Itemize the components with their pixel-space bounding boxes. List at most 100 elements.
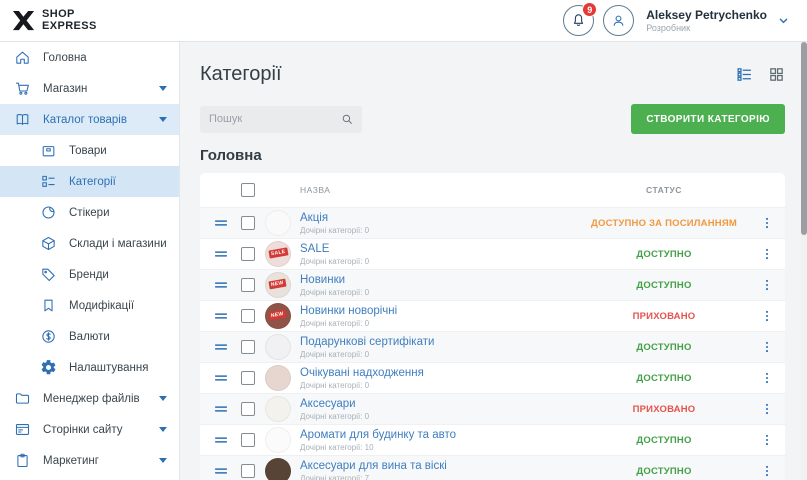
- sidebar-subitem-brands[interactable]: Бренди: [0, 259, 179, 290]
- category-image: [265, 334, 291, 360]
- status-badge: ПРИХОВАНО: [579, 404, 749, 415]
- category-image-tag: SALE: [268, 247, 288, 258]
- category-name-link[interactable]: Аромати для будинку та авто: [300, 429, 579, 441]
- row-actions-kebab-icon[interactable]: [758, 338, 776, 356]
- sidebar: Головна Магазин Каталог товарівТовари Катег…: [0, 42, 180, 480]
- category-name-link[interactable]: Новинки: [300, 274, 579, 286]
- row-actions-kebab-icon[interactable]: [758, 245, 776, 263]
- sidebar-item-label: Менеджер файлів: [43, 393, 147, 405]
- chevron-down-icon[interactable]: [776, 13, 791, 28]
- drag-handle-icon[interactable]: [213, 463, 231, 479]
- avatar[interactable]: [603, 5, 634, 36]
- category-name-link[interactable]: Аксесуари: [300, 398, 579, 410]
- sidebar-subitem-modifications[interactable]: Модифікації: [0, 290, 179, 321]
- sidebar-item-marketing[interactable]: Маркетинг: [0, 445, 179, 476]
- child-categories-count: Дочірні категорії: 7: [300, 474, 579, 480]
- sidebar-item-pages[interactable]: Сторінки сайту: [0, 414, 179, 445]
- drag-handle-icon[interactable]: [213, 215, 231, 231]
- sidebar-subitem-settings[interactable]: Налаштування: [0, 352, 179, 383]
- table-header: НАЗВА СТАТУС: [200, 173, 785, 207]
- drag-handle-icon[interactable]: [213, 246, 231, 262]
- child-categories-count: Дочірні категорії: 0: [300, 319, 579, 328]
- list-view-icon[interactable]: [736, 66, 753, 83]
- drag-handle-icon[interactable]: [213, 401, 231, 417]
- expand-arrow-icon: [159, 427, 167, 432]
- sidebar-item-label: Категорії: [69, 176, 167, 188]
- row-checkbox[interactable]: [241, 433, 255, 447]
- expand-arrow-icon: [159, 86, 167, 91]
- row-actions-kebab-icon[interactable]: [758, 462, 776, 480]
- category-name-link[interactable]: Новинки новорічні: [300, 305, 579, 317]
- brand-logo: SHOP EXPRESS: [0, 7, 180, 34]
- brand-name: SHOP EXPRESS: [42, 9, 97, 32]
- sidebar-subitem-products[interactable]: Товари: [0, 135, 179, 166]
- sidebar-subitem-currencies[interactable]: Валюти: [0, 321, 179, 352]
- user-name: Aleksey Petrychenko: [646, 8, 767, 22]
- sidebar-item-files[interactable]: Менеджер файлів: [0, 383, 179, 414]
- row-actions-kebab-icon[interactable]: [758, 214, 776, 232]
- row-checkbox[interactable]: [241, 216, 255, 230]
- drag-handle-icon[interactable]: [213, 339, 231, 355]
- notifications-button[interactable]: 9: [563, 5, 594, 36]
- child-categories-count: Дочірні категорії: 10: [300, 443, 579, 452]
- sidebar-item-catalog[interactable]: Каталог товарів: [0, 104, 179, 135]
- category-name-link[interactable]: SALE: [300, 243, 579, 255]
- child-categories-count: Дочірні категорії: 0: [300, 226, 579, 235]
- status-badge: ДОСТУПНО: [579, 373, 749, 384]
- row-checkbox[interactable]: [241, 402, 255, 416]
- child-categories-count: Дочірні категорії: 0: [300, 288, 579, 297]
- table-row: NEW Новинки новорічні Дочірні категорії: 0…: [200, 300, 785, 331]
- search-box: [200, 106, 362, 133]
- child-categories-count: Дочірні категорії: 0: [300, 350, 579, 359]
- category-name-link[interactable]: Подарункові сертифікати: [300, 336, 579, 348]
- category-image: [265, 365, 291, 391]
- sidebar-item-label: Сторінки сайту: [43, 424, 147, 436]
- row-actions-kebab-icon[interactable]: [758, 307, 776, 325]
- row-actions-kebab-icon[interactable]: [758, 276, 776, 294]
- row-actions-kebab-icon[interactable]: [758, 400, 776, 418]
- row-checkbox[interactable]: [241, 278, 255, 292]
- category-image: [265, 427, 291, 453]
- category-name-link[interactable]: Акція: [300, 212, 579, 224]
- search-input[interactable]: [209, 113, 340, 125]
- sidebar-item-label: Стікери: [69, 207, 167, 219]
- row-checkbox[interactable]: [241, 247, 255, 261]
- sidebar-item-home[interactable]: Головна: [0, 42, 179, 73]
- scrollbar-thumb[interactable]: [801, 42, 807, 235]
- select-all-checkbox[interactable]: [241, 183, 255, 197]
- drag-handle-icon[interactable]: [213, 277, 231, 293]
- row-checkbox[interactable]: [241, 371, 255, 385]
- row-checkbox[interactable]: [241, 464, 255, 478]
- drag-handle-icon[interactable]: [213, 370, 231, 386]
- sidebar-item-label: Магазин: [43, 83, 147, 95]
- grid-view-icon[interactable]: [768, 66, 785, 83]
- row-checkbox[interactable]: [241, 340, 255, 354]
- category-image: [265, 396, 291, 422]
- user-menu[interactable]: Aleksey Petrychenko Розробник: [646, 8, 767, 33]
- scrollbar-track: [801, 42, 807, 480]
- sidebar-subitem-categories[interactable]: Категорії: [0, 166, 179, 197]
- row-actions-kebab-icon[interactable]: [758, 369, 776, 387]
- category-name-link[interactable]: Аксесуари для вина та віскі: [300, 460, 579, 472]
- drag-handle-icon[interactable]: [213, 308, 231, 324]
- row-actions-kebab-icon[interactable]: [758, 431, 776, 449]
- sidebar-item-label: Модифікації: [69, 300, 167, 312]
- category-image: NEW: [265, 303, 291, 329]
- sidebar-item-store[interactable]: Магазин: [0, 73, 179, 104]
- expand-arrow-icon: [159, 396, 167, 401]
- category-name-link[interactable]: Очікувані надходження: [300, 367, 579, 379]
- sidebar-subitem-stickers[interactable]: Стікери: [0, 197, 179, 228]
- status-badge: ДОСТУПНО: [579, 280, 749, 291]
- search-icon[interactable]: [340, 112, 354, 126]
- row-checkbox[interactable]: [241, 309, 255, 323]
- main-content: Категорії СТВОРИТИ К: [180, 42, 807, 480]
- sidebar-item-label: Бренди: [69, 269, 167, 281]
- table-row: Очікувані надходженняДочірні категорії: …: [200, 362, 785, 393]
- table-row: SALESALEДочірні категорії: 0ДОСТУПНО: [200, 238, 785, 269]
- drag-handle-icon[interactable]: [213, 432, 231, 448]
- sidebar-subitem-warehouses[interactable]: Склади і магазини: [0, 228, 179, 259]
- catalog-icon: [14, 111, 31, 128]
- view-toggles: [736, 66, 785, 83]
- create-category-button[interactable]: СТВОРИТИ КАТЕГОРІЮ: [631, 104, 785, 134]
- app-header: SHOP EXPRESS 9 Aleksey Petrychenko Розро…: [0, 0, 807, 42]
